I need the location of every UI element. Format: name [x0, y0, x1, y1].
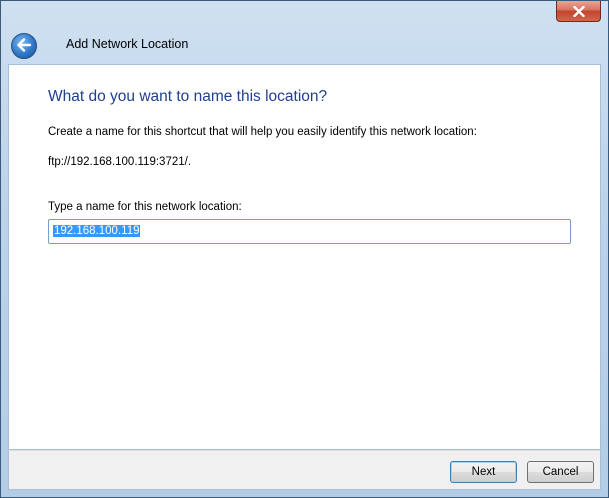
selected-name-text: 192.168.100.119 [53, 225, 141, 237]
next-button[interactable]: Next [450, 461, 517, 483]
page-description: Create a name for this shortcut that wil… [48, 126, 477, 138]
title-bar: Add Network Location [1, 1, 608, 65]
add-network-location-dialog: Add Network Location What do you want to… [0, 0, 609, 498]
page-heading: What do you want to name this location? [48, 88, 328, 105]
window-title: Add Network Location [66, 37, 189, 51]
location-url: ftp://192.168.100.119:3721/. [48, 156, 192, 168]
name-field-label: Type a name for this network location: [48, 201, 242, 213]
wizard-page: What do you want to name this location? … [8, 64, 601, 450]
back-arrow-icon [16, 37, 32, 56]
close-button[interactable] [556, 1, 601, 22]
button-bar: Next Cancel [8, 450, 601, 490]
back-button[interactable] [11, 33, 37, 59]
cancel-button[interactable]: Cancel [527, 461, 594, 483]
location-name-input[interactable]: 192.168.100.119 [48, 219, 571, 244]
close-icon [572, 5, 585, 17]
